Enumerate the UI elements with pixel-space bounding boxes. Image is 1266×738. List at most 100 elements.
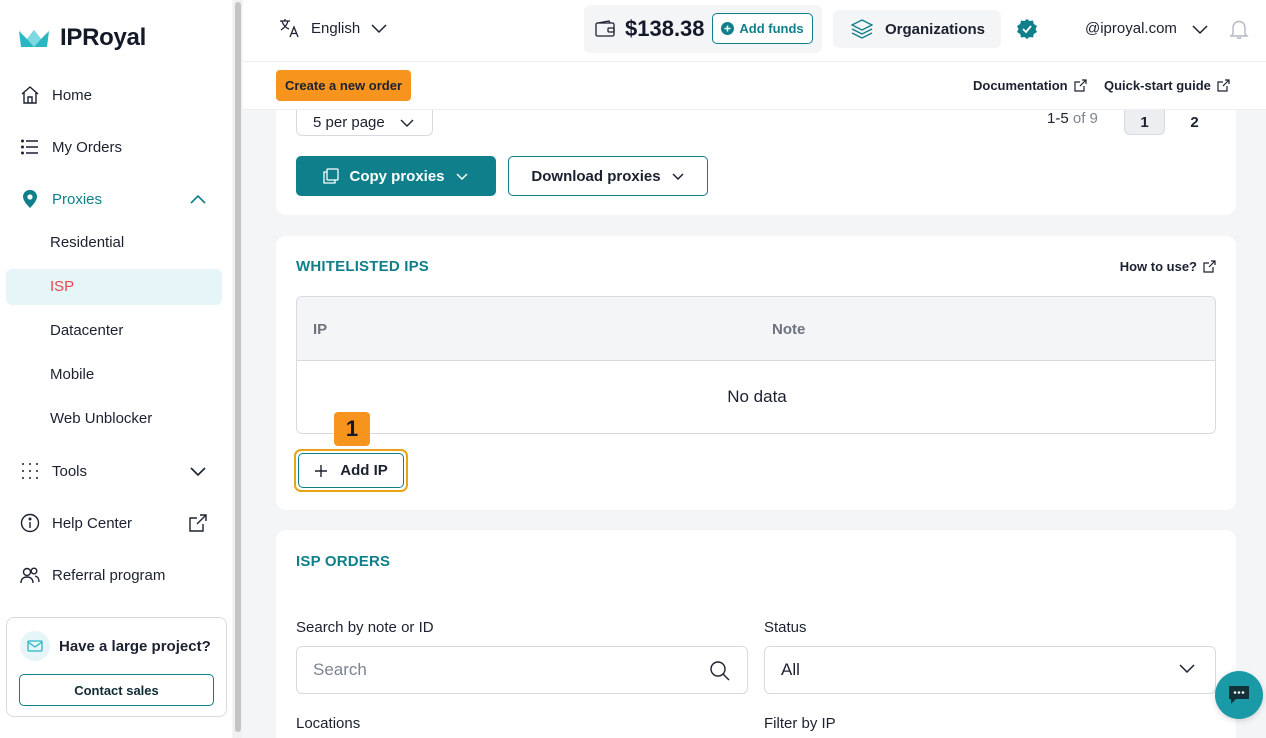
nav-my-orders-label: My Orders	[52, 138, 123, 156]
download-proxies-button[interactable]: Download proxies	[508, 156, 708, 196]
nav-referral-label: Referral program	[52, 566, 166, 584]
proxies-card: 5 per page 1-5 of 9 1 2 Copy proxies Dow…	[276, 110, 1236, 215]
sidebar-item-isp[interactable]: ISP	[50, 278, 74, 295]
pagination-range: 1-5	[1047, 110, 1069, 127]
chevron-down-icon	[1179, 664, 1195, 674]
translate-icon	[280, 19, 299, 38]
chat-icon	[1229, 686, 1249, 704]
external-link-icon	[1074, 79, 1087, 92]
chevron-down-icon	[672, 172, 684, 180]
chevron-down-icon	[371, 24, 387, 34]
status-value: All	[781, 660, 800, 679]
search-icon[interactable]	[709, 660, 731, 682]
whitelist-table: IP Note No data	[296, 296, 1216, 434]
account-email: @iproyal.com	[1085, 20, 1177, 37]
promo-card: Have a large project? Contact sales	[6, 617, 227, 717]
list-icon	[21, 139, 38, 155]
filter-ip-label: Filter by IP	[764, 715, 836, 732]
logo[interactable]: IPRoyal	[18, 24, 146, 52]
search-input[interactable]	[297, 647, 697, 693]
plus-icon	[315, 464, 328, 477]
table-header: IP Note	[297, 297, 1215, 361]
sidebar-active-highlight	[6, 269, 222, 305]
copy-proxies-button[interactable]: Copy proxies	[296, 156, 496, 196]
balance-amount: $138.38	[625, 16, 705, 41]
column-header-ip: IP	[313, 321, 328, 338]
locations-label: Locations	[296, 715, 361, 732]
isp-orders-title: ISP ORDERS	[296, 553, 391, 570]
pagination-total: of 9	[1072, 110, 1098, 127]
add-ip-label: Add IP	[340, 462, 388, 479]
brand-name: IPRoyal	[60, 24, 146, 51]
plus-circle-icon	[721, 22, 735, 35]
documentation-link[interactable]: Documentation	[973, 78, 1087, 93]
add-funds-button[interactable]: Add funds	[712, 13, 813, 44]
nav-home[interactable]: Home	[20, 85, 92, 105]
whitelisted-ips-title: WHITELISTED IPS	[296, 258, 430, 275]
how-to-use-link[interactable]: How to use?	[1120, 259, 1216, 274]
location-pin-icon	[23, 190, 37, 208]
whitelisted-ips-card: WHITELISTED IPS How to use? IP Note No d…	[276, 236, 1236, 510]
external-link-icon[interactable]	[188, 513, 208, 533]
sidebar: IPRoyal Home My Orders Proxies Residenti…	[0, 0, 232, 738]
chevron-down-icon[interactable]	[188, 465, 208, 479]
organizations-button[interactable]: Organizations	[833, 10, 1001, 48]
language-selector[interactable]: English	[279, 18, 388, 38]
chevron-down-icon	[400, 119, 414, 127]
promo-title: Have a large project?	[59, 638, 211, 655]
quick-start-label: Quick-start guide	[1104, 78, 1211, 93]
external-link-icon	[1217, 79, 1230, 92]
search-label: Search by note or ID	[296, 619, 434, 636]
nav-tools[interactable]: Tools	[20, 461, 87, 481]
layers-icon	[851, 19, 873, 39]
mail-icon	[20, 631, 50, 661]
sidebar-scrollbar-thumb[interactable]	[235, 2, 241, 732]
chevron-down-icon	[455, 172, 468, 180]
nav-proxies[interactable]: Proxies	[20, 189, 102, 209]
sidebar-item-residential[interactable]: Residential	[50, 234, 124, 251]
subbar: Create a new order Documentation Quick-s…	[243, 62, 1266, 110]
nav-help-center[interactable]: Help Center	[20, 513, 132, 533]
pagination-info: 1-5 of 9	[1047, 110, 1098, 127]
users-icon	[20, 567, 40, 584]
home-icon	[21, 86, 39, 104]
topbar: English $138.38 Add funds Organizations …	[243, 0, 1266, 62]
add-ip-button[interactable]: Add IP	[298, 453, 404, 488]
sidebar-item-web-unblocker[interactable]: Web Unblocker	[50, 410, 152, 427]
nav-tools-label: Tools	[52, 462, 88, 480]
download-proxies-label: Download proxies	[531, 167, 661, 185]
nav-proxies-label: Proxies	[52, 190, 103, 208]
per-page-select[interactable]: 5 per page	[296, 110, 433, 136]
verified-badge-icon	[1017, 19, 1037, 39]
how-to-use-label: How to use?	[1119, 259, 1197, 274]
nav-help-center-label: Help Center	[52, 514, 133, 532]
balance-box: $138.38 Add funds	[584, 5, 822, 53]
chevron-up-icon[interactable]	[188, 192, 208, 206]
quick-start-link[interactable]: Quick-start guide	[1104, 78, 1230, 93]
isp-orders-card: ISP ORDERS Search by note or ID Status A…	[276, 530, 1236, 738]
crown-logo-icon	[19, 30, 49, 47]
wallet-icon	[595, 20, 615, 37]
step-badge: 1	[334, 412, 370, 446]
status-label: Status	[764, 619, 807, 636]
nav-my-orders[interactable]: My Orders	[20, 137, 122, 157]
account-menu[interactable]: @iproyal.com	[1085, 20, 1209, 37]
sidebar-item-mobile[interactable]: Mobile	[50, 366, 94, 383]
create-order-button[interactable]: Create a new order	[276, 70, 411, 101]
nav-referral-program[interactable]: Referral program	[20, 565, 165, 585]
language-label: English	[311, 19, 361, 37]
sidebar-item-datacenter[interactable]: Datacenter	[50, 322, 123, 339]
per-page-value: 5 per page	[313, 114, 385, 131]
copy-proxies-label: Copy proxies	[349, 167, 445, 185]
status-select[interactable]: All	[764, 646, 1216, 694]
chevron-down-icon	[1192, 24, 1208, 34]
column-header-note: Note	[772, 321, 806, 338]
page-button-1[interactable]: 1	[1124, 110, 1165, 135]
search-field	[296, 646, 748, 694]
page-button-2[interactable]: 2	[1174, 110, 1215, 135]
contact-sales-button[interactable]: Contact sales	[19, 674, 214, 706]
grid-dots-icon	[22, 463, 38, 479]
bell-icon[interactable]	[1228, 18, 1250, 40]
chat-widget-button[interactable]	[1215, 671, 1263, 719]
documentation-label: Documentation	[973, 78, 1068, 93]
